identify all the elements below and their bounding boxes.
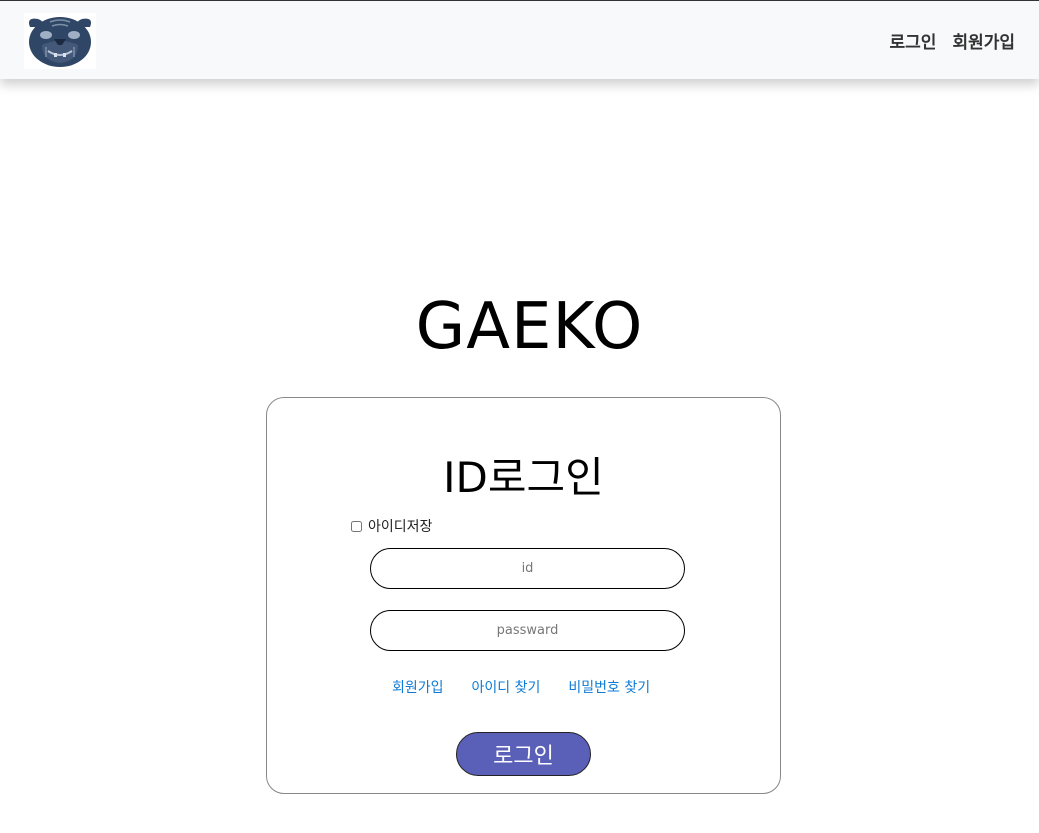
signup-link[interactable]: 회원가입 (392, 677, 444, 697)
login-button[interactable]: 로그인 (456, 732, 591, 776)
brand-title: GAEKO (415, 290, 644, 364)
remember-id-checkbox[interactable] (351, 520, 362, 532)
account-links: 회원가입 아이디 찾기 비밀번호 찾기 (392, 677, 650, 697)
nav-login-link[interactable]: 로그인 (890, 28, 937, 53)
id-input[interactable] (370, 548, 685, 589)
home-logo[interactable] (24, 13, 96, 69)
login-heading: ID로그인 (443, 453, 604, 502)
top-navbar: 로그인 회원가입 (0, 0, 1039, 79)
remember-id-option[interactable]: 아이디저장 (351, 516, 432, 536)
find-password-link[interactable]: 비밀번호 찾기 (568, 677, 650, 697)
nav-links: 로그인 회원가입 (890, 28, 1015, 53)
bulldog-logo-icon (29, 17, 91, 67)
login-card: ID로그인 아이디저장 회원가입 아이디 찾기 비밀번호 찾기 로그인 (266, 397, 781, 794)
nav-signup-link[interactable]: 회원가입 (952, 28, 1015, 53)
find-id-link[interactable]: 아이디 찾기 (472, 677, 541, 697)
password-input[interactable] (370, 610, 685, 651)
remember-id-label: 아이디저장 (368, 519, 433, 535)
